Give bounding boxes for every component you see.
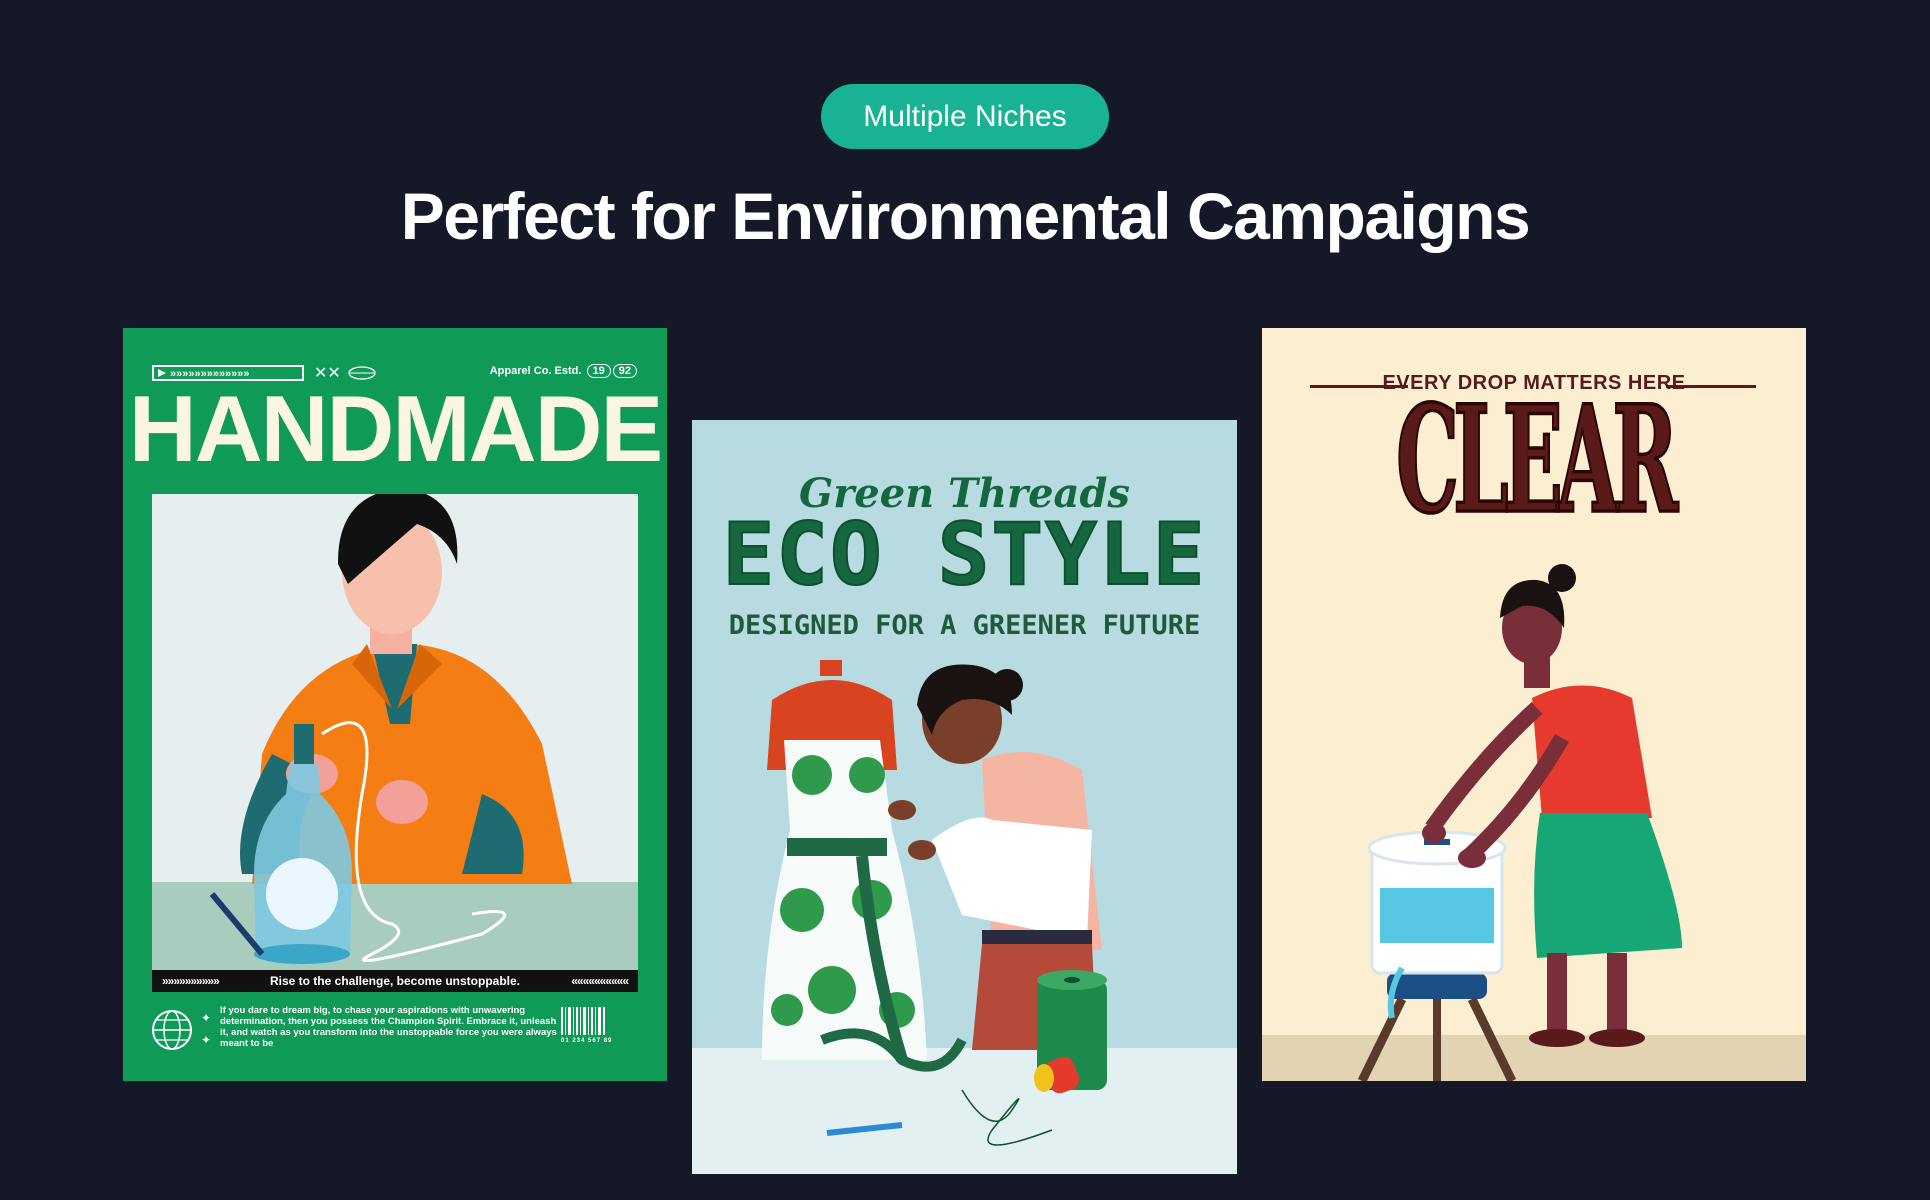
- svg-text:✦: ✦: [201, 1033, 211, 1047]
- barcode-icon: [561, 1007, 605, 1035]
- craftsman-illustration: [152, 494, 638, 970]
- barcode-number: 01 234 567 89: [561, 1038, 613, 1044]
- poster-eco-style[interactable]: Green Threads ECO STYLE DESIGNED FOR A G…: [692, 420, 1237, 1174]
- tailor-illustration: [692, 660, 1237, 1174]
- poster-subtitle: DESIGNED FOR A GREENER FUTURE: [728, 610, 1201, 641]
- niche-badge: Multiple Niches: [821, 84, 1109, 149]
- poster-clear-future[interactable]: EVERY DROP MATTERS HERE CLEAR FUTURE: [1262, 328, 1806, 1081]
- tagline-text: Rise to the challenge, become unstoppabl…: [269, 974, 521, 988]
- page-heading: Perfect for Environmental Campaigns: [400, 179, 1531, 253]
- poster-handmade[interactable]: »»»»»»»»»»»»» ✕✕ Apparel Co. Estd. 19 92 …: [123, 328, 667, 1081]
- poster-title: ECO STYLE: [722, 505, 1207, 605]
- poster-title: HANDMADE: [128, 376, 663, 481]
- tagline-strip: »»»»»»»»»» Rise to the challenge, become…: [152, 970, 638, 992]
- chevron-right-icon: ««««««««««: [571, 974, 629, 988]
- water-filter-illustration: [1262, 548, 1806, 1081]
- body-copy: If you dare to dream big, to chase your …: [220, 1005, 557, 1049]
- globe-icon: ✦ ✦: [152, 1010, 211, 1050]
- chevron-left-icon: »»»»»»»»»»: [162, 974, 220, 988]
- svg-text:✦: ✦: [201, 1011, 211, 1025]
